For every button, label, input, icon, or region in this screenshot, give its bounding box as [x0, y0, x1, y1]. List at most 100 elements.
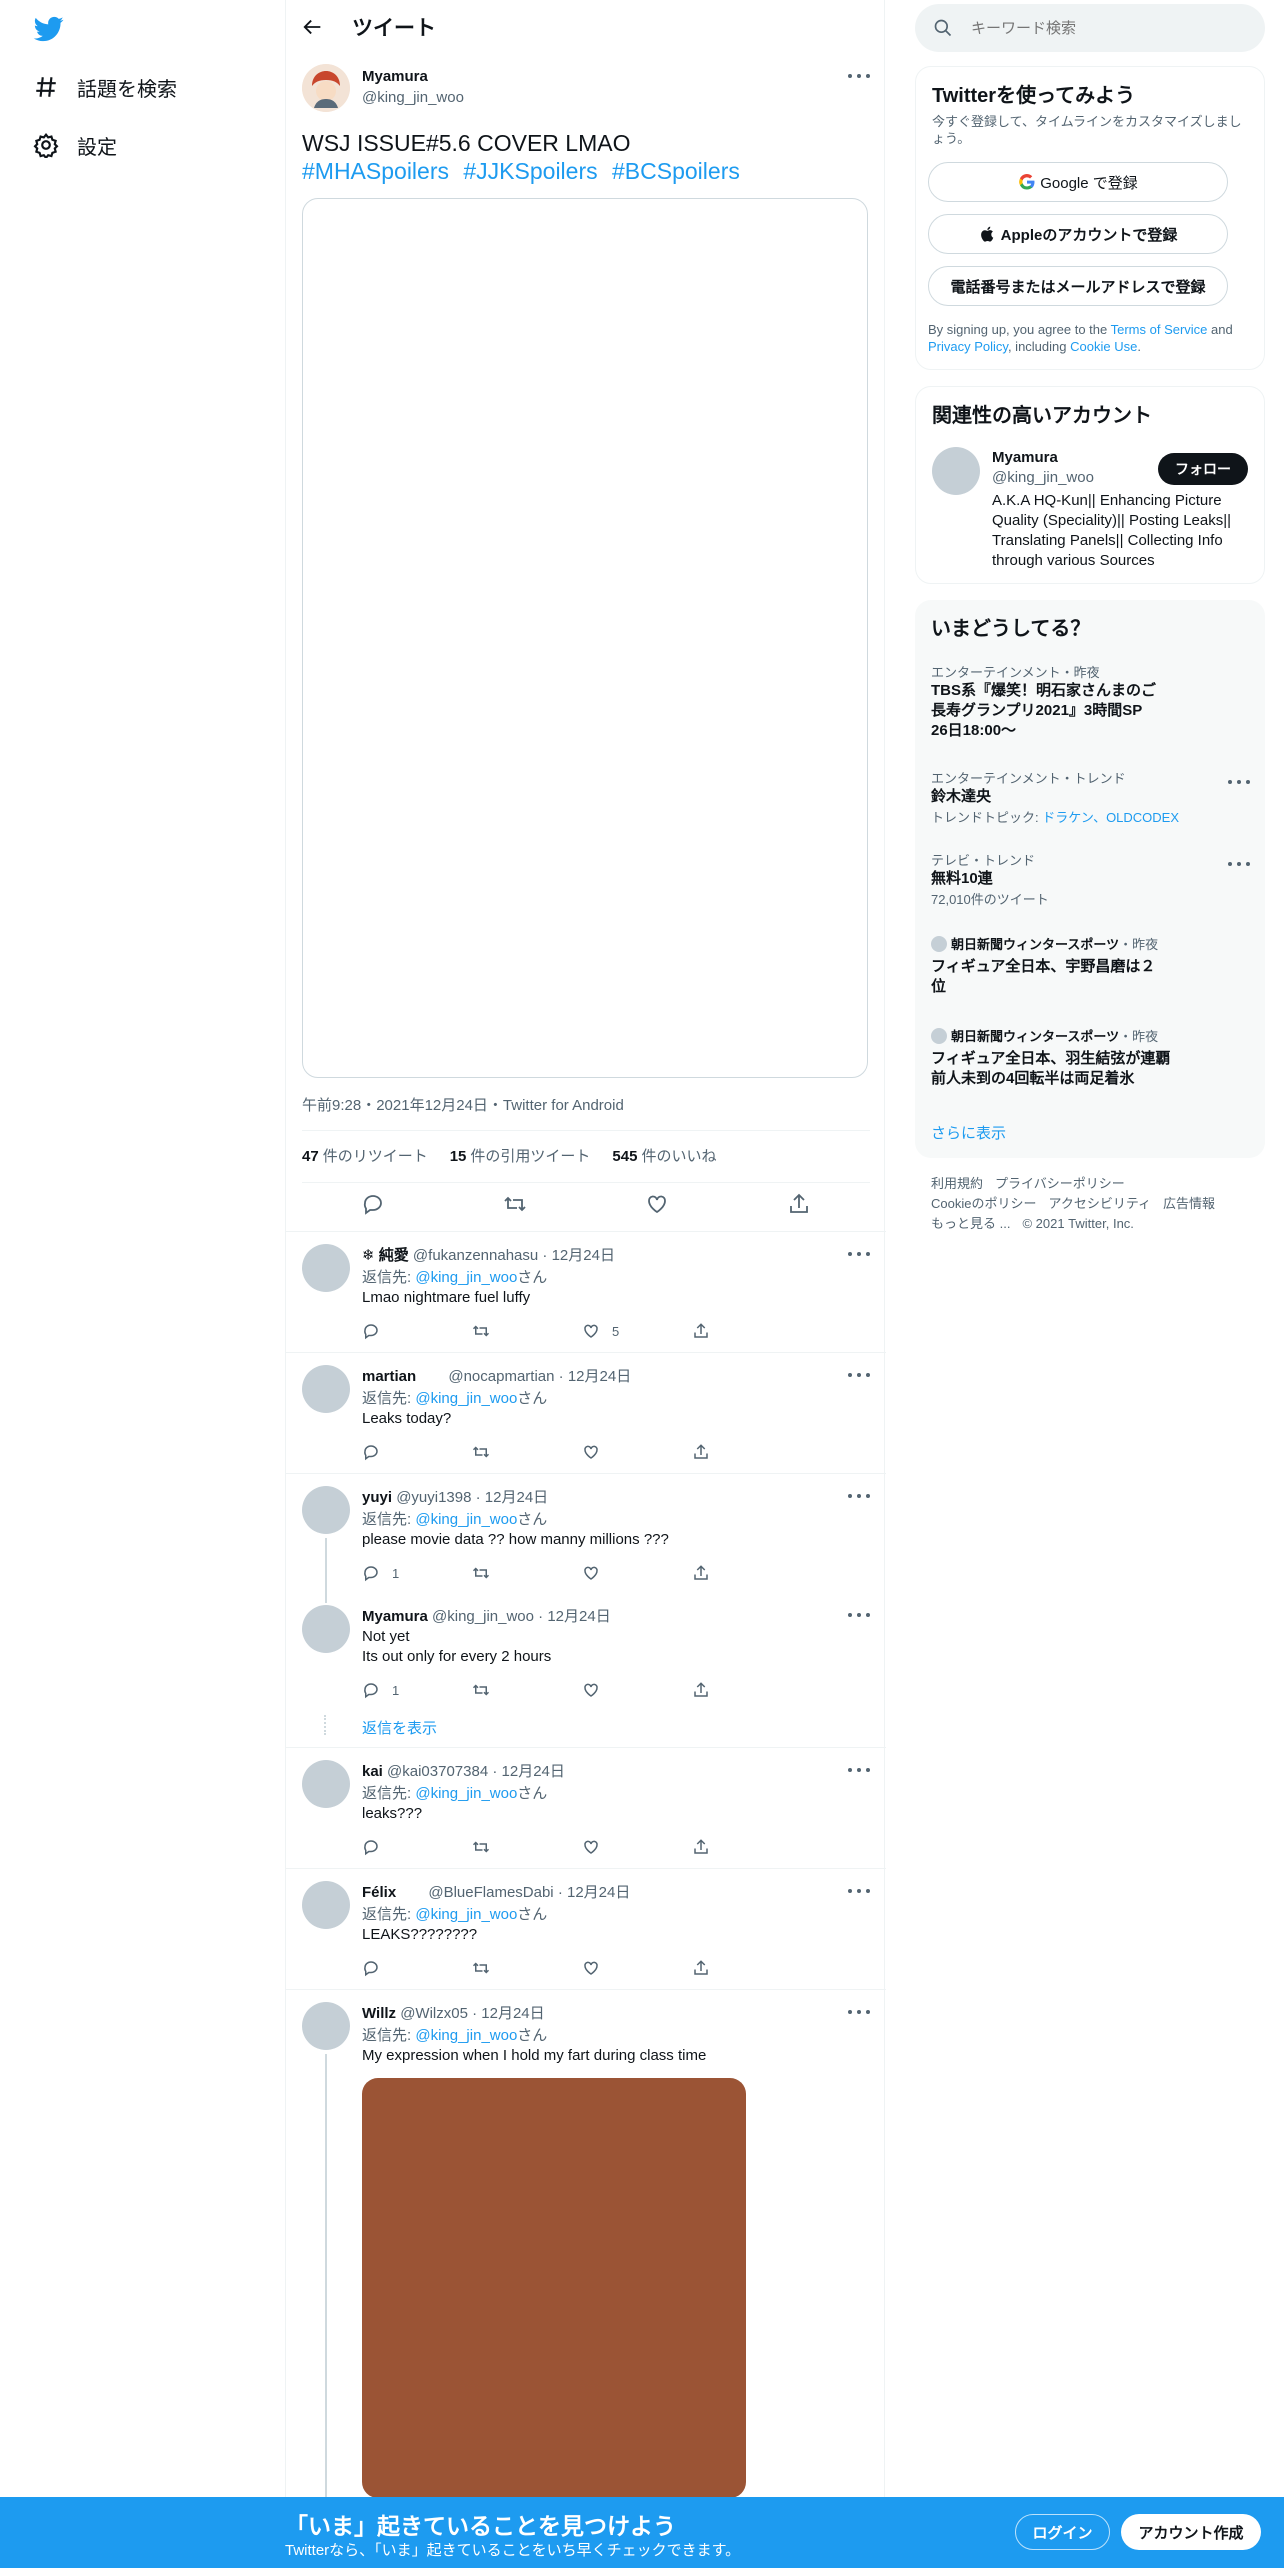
reply-author-name[interactable]: Willz — [362, 2005, 396, 2022]
avatar[interactable] — [302, 1244, 350, 1292]
reply-media[interactable] — [362, 2078, 746, 2498]
more-options-icon[interactable] — [1228, 780, 1250, 786]
news-item[interactable]: 朝日新聞ウィンタースポーツ ・昨夜 フィギュア全日本、羽生結弦が連覇 前人未到の4… — [931, 1026, 1249, 1089]
privacy-link[interactable]: Privacy Policy — [928, 339, 1008, 354]
search-input[interactable] — [971, 19, 1251, 37]
avatar[interactable] — [302, 1486, 350, 1534]
footer-accessibility-link[interactable]: アクセシビリティ — [1048, 1196, 1151, 1211]
retweet-button[interactable] — [472, 1959, 582, 1977]
like-button[interactable] — [582, 1959, 692, 1977]
reply-item[interactable]: kai @kai03707384 · 12月24日 返信先: @king_jin… — [286, 1748, 886, 1869]
reply-date[interactable]: · 12月24日 — [492, 1763, 565, 1780]
reply-button[interactable]: 1 — [362, 1564, 472, 1582]
footer-privacy-link[interactable]: プライバシーポリシー — [995, 1176, 1125, 1191]
reply-to-link[interactable]: @king_jin_woo — [415, 1906, 517, 1923]
hashtag-link[interactable]: #MHASpoilers — [302, 158, 449, 184]
more-options-icon[interactable] — [848, 1889, 870, 1895]
reply-author-name[interactable]: martian — [362, 1368, 416, 1385]
twitter-logo-icon[interactable] — [33, 14, 65, 44]
reply-item[interactable]: yuyi @yuyi1398 · 12月24日 返信先: @king_jin_w… — [286, 1474, 886, 1598]
follow-button[interactable]: フォロー — [1158, 453, 1248, 485]
footer-more-link[interactable]: もっと見る ... — [931, 1216, 1010, 1231]
like-icon[interactable] — [645, 1192, 669, 1216]
tweet-media[interactable] — [302, 198, 868, 1078]
show-more-link[interactable]: さらに表示 — [931, 1122, 1006, 1143]
related-handle[interactable]: @king_jin_woo — [992, 469, 1094, 486]
reply-author-name[interactable]: ❄ 純愛 — [362, 1247, 409, 1264]
nav-explore[interactable]: 話題を検索 — [33, 67, 177, 107]
reply-item[interactable]: Félix @BlueFlamesDabi · 12月24日 返信先: @kin… — [286, 1869, 886, 1990]
trend-item[interactable]: エンターテインメント・昨夜 TBS系『爆笑！明石家さんまのご長寿グランプリ202… — [931, 662, 1249, 741]
avatar[interactable] — [302, 1365, 350, 1413]
footer-ads-link[interactable]: 広告情報 — [1163, 1196, 1215, 1211]
nav-settings[interactable]: 設定 — [33, 125, 117, 165]
retweet-button[interactable] — [472, 1681, 582, 1699]
reply-date[interactable]: · 12月24日 — [558, 1884, 631, 1901]
reply-author-handle[interactable]: @BlueFlamesDabi — [428, 1884, 553, 1901]
like-button[interactable] — [582, 1564, 692, 1582]
avatar[interactable] — [302, 2002, 350, 2050]
like-button[interactable] — [582, 1681, 692, 1699]
terms-link[interactable]: Terms of Service — [1111, 322, 1208, 337]
search-bar[interactable] — [915, 4, 1265, 52]
reply-author-name[interactable]: kai — [362, 1763, 383, 1780]
like-stat[interactable]: 545 件のいいね — [612, 1145, 716, 1166]
quote-stat[interactable]: 15 件の引用ツイート — [450, 1145, 591, 1166]
more-options-icon[interactable] — [848, 1494, 870, 1500]
footer-terms-link[interactable]: 利用規約 — [931, 1176, 983, 1191]
more-options-icon[interactable] — [848, 2010, 870, 2016]
login-button[interactable]: ログイン — [1015, 2514, 1110, 2550]
reply-button[interactable] — [362, 1838, 472, 1856]
reply-author-name[interactable]: Myamura — [362, 1608, 428, 1625]
more-options-icon[interactable] — [848, 1373, 870, 1379]
news-item[interactable]: 朝日新聞ウィンタースポーツ ・昨夜 フィギュア全日本、宇野昌磨は２位 — [931, 934, 1249, 997]
reply-to-link[interactable]: @king_jin_woo — [415, 1390, 517, 1407]
reply-to-link[interactable]: @king_jin_woo — [415, 1511, 517, 1528]
retweet-button[interactable] — [472, 1443, 582, 1461]
more-options-icon[interactable] — [1228, 862, 1250, 868]
retweet-button[interactable] — [472, 1838, 582, 1856]
reply-item[interactable]: Myamura @king_jin_woo · 12月24日 Not yet I… — [286, 1593, 886, 1748]
reply-to-link[interactable]: @king_jin_woo — [415, 1785, 517, 1802]
avatar[interactable] — [932, 447, 980, 495]
tweet-timestamp[interactable]: 午前9:28・2021年12月24日・Twitter for Android — [302, 1094, 624, 1115]
more-options-icon[interactable] — [848, 1613, 870, 1619]
show-replies-link[interactable]: 返信を表示 — [362, 1717, 437, 1738]
reply-item[interactable]: martian @nocapmartian · 12月24日 返信先: @kin… — [286, 1353, 886, 1474]
retweet-icon[interactable] — [503, 1192, 527, 1216]
author-handle[interactable]: @king_jin_woo — [362, 89, 464, 106]
reply-author-name[interactable]: Félix — [362, 1884, 396, 1901]
reply-button[interactable]: 1 — [362, 1681, 472, 1699]
share-button[interactable] — [692, 1838, 802, 1856]
reply-author-handle[interactable]: @king_jin_woo — [432, 1608, 534, 1625]
avatar[interactable] — [302, 1881, 350, 1929]
more-options-icon[interactable] — [848, 1252, 870, 1258]
hashtag-link[interactable]: #JJKSpoilers — [463, 158, 597, 184]
retweet-button[interactable] — [472, 1564, 582, 1582]
author-avatar[interactable] — [302, 64, 350, 112]
share-button[interactable] — [692, 1443, 802, 1461]
related-name[interactable]: Myamura — [992, 449, 1058, 466]
cookie-link[interactable]: Cookie Use — [1070, 339, 1137, 354]
reply-author-handle[interactable]: @fukanzennahasu — [413, 1247, 538, 1264]
share-icon[interactable] — [787, 1192, 811, 1216]
hashtag-link[interactable]: #BCSpoilers — [612, 158, 740, 184]
reply-author-handle[interactable]: @Wilzx05 — [400, 2005, 468, 2022]
author-name[interactable]: Myamura — [362, 68, 428, 85]
reply-item[interactable]: ❄ 純愛 @fukanzennahasu · 12月24日 返信先: @king… — [286, 1232, 886, 1353]
reply-author-handle[interactable]: @nocapmartian — [448, 1368, 554, 1385]
reply-date[interactable]: · 12月24日 — [476, 1489, 549, 1506]
retweet-button[interactable] — [472, 1322, 582, 1340]
like-button[interactable] — [582, 1443, 692, 1461]
footer-cookie-link[interactable]: Cookieのポリシー — [931, 1196, 1036, 1211]
reply-date[interactable]: · 12月24日 — [538, 1608, 611, 1625]
phone-email-signup-button[interactable]: 電話番号またはメールアドレスで登録 — [928, 266, 1228, 306]
reply-button[interactable] — [362, 1443, 472, 1461]
reply-author-name[interactable]: yuyi — [362, 1489, 392, 1506]
reply-icon[interactable] — [361, 1192, 385, 1216]
more-options-icon[interactable] — [848, 74, 870, 80]
reply-date[interactable]: · 12月24日 — [472, 2005, 545, 2022]
avatar[interactable] — [302, 1760, 350, 1808]
reply-date[interactable]: · 12月24日 — [559, 1368, 632, 1385]
reply-item[interactable]: Willz @Wilzx05 · 12月24日 返信先: @king_jin_w… — [286, 1990, 886, 2499]
